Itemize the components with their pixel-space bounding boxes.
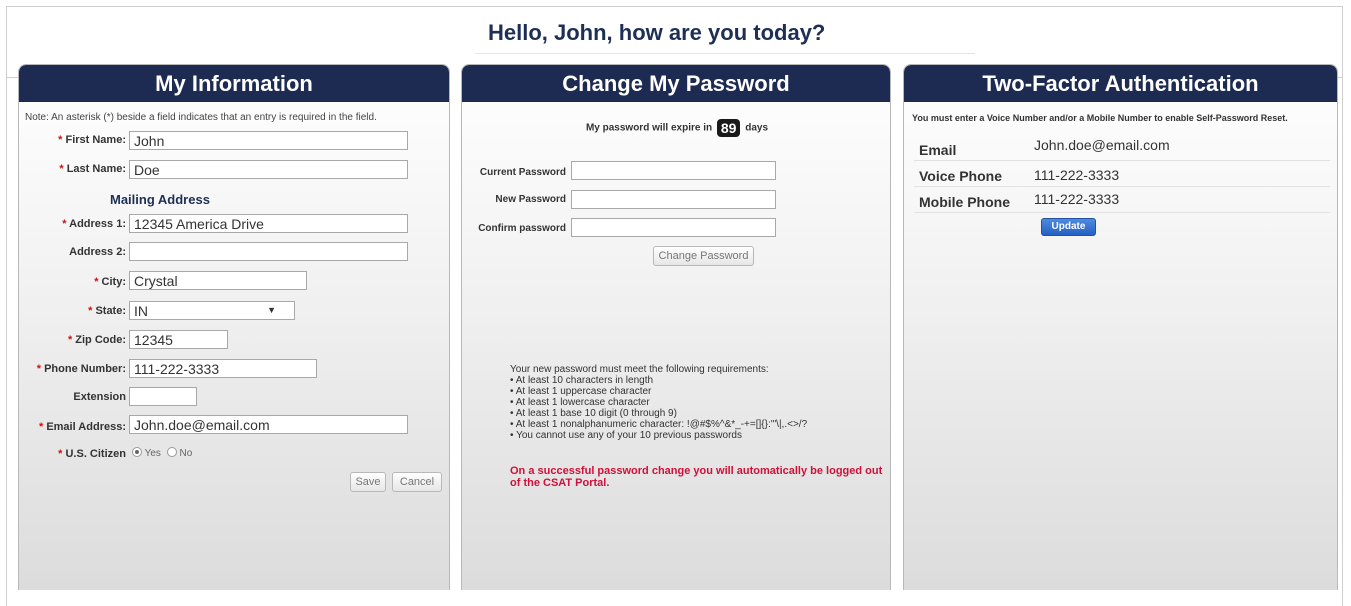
required-note: Note: An asterisk (*) beside a field ind… <box>25 112 377 123</box>
us-citizen-options: Yes No <box>132 447 192 459</box>
requirement-item: • You cannot use any of your 10 previous… <box>510 430 742 441</box>
change-password-button[interactable]: Change Password <box>653 246 754 266</box>
new-password-field[interactable] <box>571 190 776 209</box>
address2-field[interactable] <box>129 242 408 261</box>
cancel-button[interactable]: Cancel <box>392 472 442 492</box>
phone-number-label: * Phone Number: <box>36 363 126 375</box>
header-divider-right <box>1338 77 1343 78</box>
save-button[interactable]: Save <box>350 472 386 492</box>
required-star: * <box>58 448 63 460</box>
city-label: * City: <box>94 276 126 288</box>
current-password-field[interactable] <box>571 161 776 180</box>
last-name-field[interactable]: Doe <box>129 160 408 179</box>
greeting-banner: Hello, John, how are you today? <box>475 16 975 54</box>
my-information-title: My Information <box>19 65 449 102</box>
last-name-label: * Last Name: <box>59 163 126 175</box>
citizen-no-label: No <box>179 448 193 459</box>
expiry-suffix: days <box>745 122 769 134</box>
zip-code-label: * Zip Code: <box>67 334 126 346</box>
two-factor-panel: Two-Factor Authentication You must enter… <box>903 64 1338 590</box>
required-star: * <box>88 305 93 317</box>
my-information-panel: My Information Note: An asterisk (*) bes… <box>18 64 450 590</box>
state-select-value: IN <box>134 303 148 319</box>
current-password-label: Current Password <box>479 167 566 178</box>
email-row: Email John.doe@email.com <box>914 134 1330 161</box>
mobile-phone-value: 111-222-3333 <box>1034 191 1120 207</box>
first-name-field[interactable]: John <box>129 131 408 150</box>
mobile-phone-row: Mobile Phone 111-222-3333 <box>914 188 1330 213</box>
phone-number-field[interactable]: 111-222-3333 <box>129 359 317 378</box>
address2-label: Address 2: <box>69 246 126 258</box>
change-password-title: Change My Password <box>462 65 890 102</box>
two-factor-title: Two-Factor Authentication <box>904 65 1337 102</box>
expiry-days-badge: 89 <box>716 119 741 137</box>
extension-label: Extension <box>73 391 126 403</box>
required-star: * <box>36 363 42 375</box>
requirement-item: • At least 1 uppercase character <box>510 386 652 397</box>
required-star: * <box>59 163 64 175</box>
required-star: * <box>62 218 67 230</box>
confirm-password-field[interactable] <box>571 218 776 237</box>
voice-phone-row: Voice Phone 111-222-3333 <box>914 162 1330 187</box>
required-star: * <box>38 421 44 433</box>
voice-phone-value: 111-222-3333 <box>1034 167 1120 183</box>
update-button[interactable]: Update <box>1041 218 1096 236</box>
chevron-down-icon: ▼ <box>267 305 276 315</box>
first-name-label: * First Name: <box>58 134 126 146</box>
confirm-password-label: Confirm password <box>478 223 566 234</box>
voice-phone-label: Voice Phone <box>919 168 1002 184</box>
citizen-yes-label: Yes <box>144 448 161 459</box>
tfa-email-label: Email <box>919 142 957 158</box>
citizen-no-radio[interactable] <box>166 447 177 457</box>
address1-field[interactable]: 12345 America Drive <box>129 214 408 233</box>
email-address-label: * Email Address: <box>38 421 126 433</box>
email-address-field[interactable]: John.doe@email.com <box>129 415 408 434</box>
change-password-panel: Change My Password My password will expi… <box>461 64 891 590</box>
logout-warning: On a successful password change you will… <box>510 465 883 489</box>
address1-label: * Address 1: <box>62 218 126 230</box>
new-password-label: New Password <box>495 194 566 205</box>
state-select[interactable]: IN ▼ <box>129 301 295 320</box>
us-citizen-label: * U.S. Citizen <box>58 448 126 460</box>
requirement-item: • At least 1 base 10 digit (0 through 9) <box>510 408 677 419</box>
tfa-email-value: John.doe@email.com <box>1034 137 1170 153</box>
citizen-yes-radio[interactable] <box>132 447 142 457</box>
expiry-prefix: My password will expire in <box>585 122 713 134</box>
state-label: * State: <box>88 305 126 317</box>
mailing-address-heading: Mailing Address <box>110 192 210 207</box>
header-divider-left <box>6 77 18 78</box>
two-factor-note: You must enter a Voice Number and/or a M… <box>912 113 1288 123</box>
extension-field[interactable] <box>129 387 197 406</box>
mobile-phone-label: Mobile Phone <box>919 194 1010 210</box>
requirement-item: • At least 1 nonalphanumeric character: … <box>510 419 808 430</box>
password-expiry: My password will expire in 89 days <box>462 119 890 137</box>
city-field[interactable]: Crystal <box>129 271 307 290</box>
required-star: * <box>94 276 99 288</box>
required-star: * <box>58 134 63 146</box>
requirements-intro: Your new password must meet the followin… <box>510 364 769 375</box>
required-star: * <box>67 334 73 346</box>
requirement-item: • At least 10 characters in length <box>510 375 654 386</box>
password-requirements: Your new password must meet the followin… <box>510 364 807 441</box>
requirement-item: • At least 1 lowercase character <box>510 397 650 408</box>
zip-code-field[interactable]: 12345 <box>129 330 228 349</box>
